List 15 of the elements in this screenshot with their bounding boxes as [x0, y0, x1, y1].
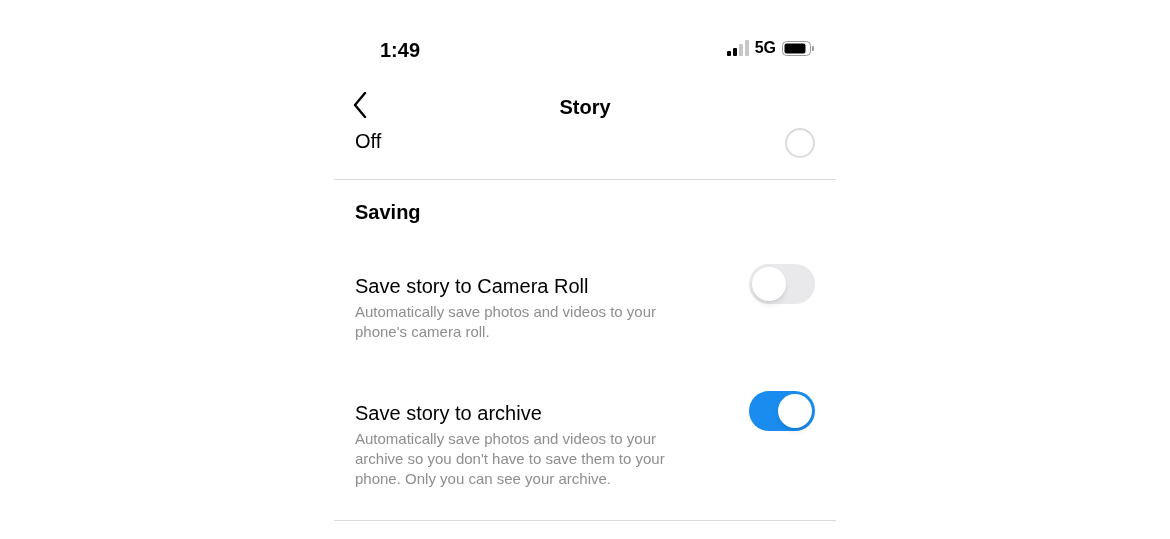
toggle-switch[interactable]	[749, 264, 815, 304]
option-label: Off	[355, 129, 382, 154]
network-label: 5G	[754, 38, 776, 58]
setting-description: Automatically save photos and videos to your phone's camera roll.	[355, 302, 657, 342]
status-time: 1:49	[380, 38, 421, 63]
page-title: Story	[559, 95, 611, 120]
toggle-switch[interactable]	[749, 391, 815, 431]
back-icon	[353, 92, 367, 118]
battery-icon	[782, 40, 814, 56]
section-title: Saving	[355, 200, 422, 224]
radio-button[interactable]	[785, 128, 815, 158]
setting-description: Automatically save photos and videos to your archive so you don't have to save them to your phone. Only you can see your archive.	[355, 429, 666, 489]
setting-title: Save story to Camera Roll	[355, 274, 590, 299]
signal-icon	[726, 40, 749, 56]
setting-title: Save story to archive	[355, 401, 543, 426]
